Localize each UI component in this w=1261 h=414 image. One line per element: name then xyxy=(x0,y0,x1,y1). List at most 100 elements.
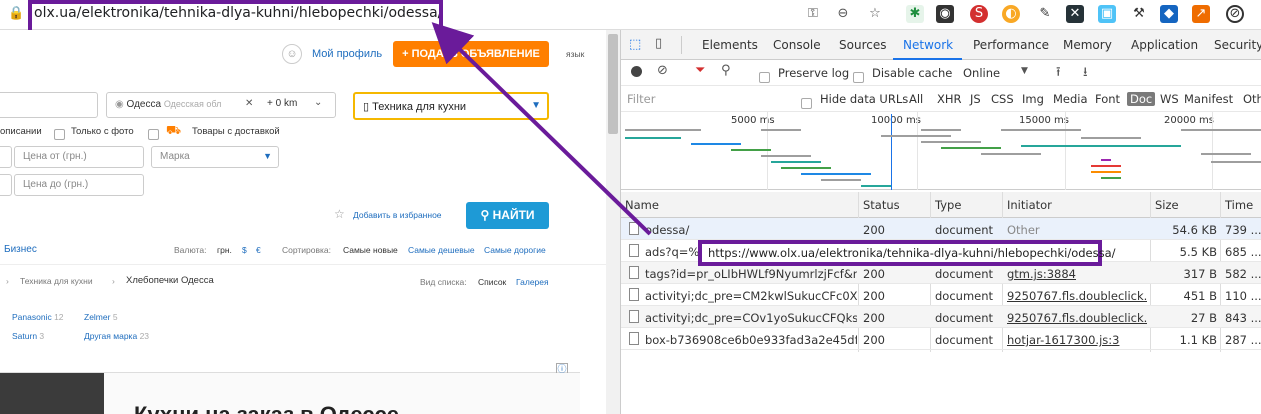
search-icon[interactable]: ⚲ xyxy=(721,63,731,78)
profile-icon[interactable]: ☺ xyxy=(282,44,302,64)
add-favorite-link[interactable]: Добавить в избранное xyxy=(353,210,442,220)
extension-tool-icon[interactable]: ⚒ xyxy=(1130,5,1148,23)
request-name[interactable]: box-b736908ce6b0e933fad3a2e45df6... xyxy=(645,333,857,347)
hide-data-urls-checkbox[interactable] xyxy=(801,93,812,112)
extension-s-icon[interactable]: S xyxy=(970,5,988,23)
page-scrollbar[interactable] xyxy=(606,30,620,414)
extension-blue-icon[interactable]: ◆ xyxy=(1160,5,1178,23)
type-filter-xhr[interactable]: XHR xyxy=(937,92,962,106)
throttle-select[interactable]: Online xyxy=(963,66,1000,80)
extension-x-icon[interactable]: ✕ xyxy=(1066,5,1084,23)
column-name[interactable]: Name xyxy=(625,198,659,212)
type-filter-media[interactable]: Media xyxy=(1053,92,1088,106)
tab-security[interactable]: Security xyxy=(1214,38,1261,52)
column-status[interactable]: Status xyxy=(863,198,900,212)
preserve-log-checkbox[interactable] xyxy=(759,67,770,86)
type-filter-ws[interactable]: WS xyxy=(1160,92,1179,106)
request-name[interactable]: activityi;dc_pre=COv1yoSukucCFQks4... xyxy=(645,311,857,325)
request-name[interactable]: odessa/ xyxy=(645,223,857,237)
chevron-down-icon[interactable]: ⌄ xyxy=(314,97,322,108)
delivery-checkbox[interactable] xyxy=(148,126,159,144)
type-filter-other[interactable]: Oth xyxy=(1243,92,1261,106)
export-har-icon[interactable]: ⭳ xyxy=(1083,63,1088,85)
my-profile-link[interactable]: Мой профиль xyxy=(312,48,382,60)
photo-checkbox[interactable] xyxy=(54,126,65,144)
key-icon[interactable]: ⚿ xyxy=(804,5,822,23)
clear-icon[interactable]: ⊘ xyxy=(657,63,668,78)
tab-network[interactable]: Network xyxy=(903,38,953,52)
request-name[interactable]: tags?id=pr_oLIbHWLf9NyumrlzjFcf&n... xyxy=(645,267,857,281)
currency-eur[interactable]: € xyxy=(256,245,261,255)
type-filter-font[interactable]: Font xyxy=(1095,92,1120,106)
ad-image[interactable] xyxy=(0,373,104,414)
column-initiator[interactable]: Initiator xyxy=(1007,198,1052,212)
record-icon[interactable] xyxy=(631,66,642,77)
option-descriptions[interactable]: описании xyxy=(0,126,42,137)
star-icon[interactable]: ☆ xyxy=(866,5,884,23)
inspect-element-icon[interactable]: ⬚ xyxy=(629,37,641,52)
sort-newest[interactable]: Самые новые xyxy=(343,245,398,255)
extension-chart-icon[interactable]: ↗ xyxy=(1192,5,1210,23)
brand-select[interactable]: Марка ▼ xyxy=(151,146,279,168)
clear-location-icon[interactable]: ✕ xyxy=(245,98,253,109)
type-filter-js[interactable]: JS xyxy=(970,92,981,106)
brand-link[interactable]: Zelmer 5 xyxy=(84,312,118,322)
view-list[interactable]: Список xyxy=(478,277,506,287)
column-type[interactable]: Type xyxy=(935,198,961,212)
request-initiator[interactable]: 9250767.fls.doubleclick.... xyxy=(1007,289,1147,303)
column-size[interactable]: Size xyxy=(1155,198,1179,212)
business-tab[interactable]: Бизнес xyxy=(4,244,37,255)
disable-cache-checkbox[interactable] xyxy=(853,67,864,86)
language-label[interactable]: язык xyxy=(566,49,584,59)
price-from-input[interactable]: Цена от (грн.) xyxy=(14,146,144,168)
price-to-input[interactable]: Цена до (грн.) xyxy=(14,174,144,196)
ad-title[interactable]: Кухни на заказ в Одессе xyxy=(134,402,399,414)
sort-cheapest[interactable]: Самые дешевые xyxy=(408,245,475,255)
filter-icon[interactable]: ⏷ xyxy=(695,63,705,78)
sort-expensive[interactable]: Самые дорогие xyxy=(484,245,546,255)
type-filter-all[interactable]: All xyxy=(909,92,923,106)
type-filter-doc[interactable]: Doc xyxy=(1127,92,1156,106)
brand-link[interactable]: Saturn 3 xyxy=(12,331,44,341)
brand-link[interactable]: Другая марка 23 xyxy=(84,331,149,341)
category-select[interactable]: ▯ Техника для кухни ▼ xyxy=(353,92,549,120)
breadcrumb-category[interactable]: Техника для кухни xyxy=(20,276,93,286)
tab-console[interactable]: Console xyxy=(773,38,821,52)
extension-incognito-icon[interactable]: ◉ xyxy=(936,5,954,23)
device-toolbar-icon[interactable]: ▯ xyxy=(655,36,662,51)
type-filter-manifest[interactable]: Manifest xyxy=(1184,92,1233,106)
search-button[interactable]: ⚲ НАЙТИ xyxy=(466,202,549,229)
zoom-icon[interactable]: ⊖ xyxy=(834,5,852,23)
extension-circle-icon[interactable]: ◐ xyxy=(1002,5,1020,23)
extension-eyedropper-icon[interactable]: ✎ xyxy=(1036,5,1054,23)
tab-application[interactable]: Application xyxy=(1131,38,1198,52)
extension-block-icon[interactable]: ⊘ xyxy=(1226,5,1244,23)
network-overview[interactable]: 5000 ms 10000 ms 15000 ms 20000 ms xyxy=(621,112,1261,190)
filter-input[interactable]: Filter xyxy=(627,92,795,106)
tab-memory[interactable]: Memory xyxy=(1063,38,1112,52)
request-initiator[interactable]: hotjar-1617300.js:3 xyxy=(1007,333,1147,347)
type-filter-img[interactable]: Img xyxy=(1022,92,1044,106)
radius-value[interactable]: + 0 km xyxy=(267,98,297,109)
favorite-star-icon[interactable]: ☆ xyxy=(334,207,345,221)
tab-performance[interactable]: Performance xyxy=(973,38,1049,52)
request-name[interactable]: activityi;dc_pre=CM2kwlSukucCFc0X4... xyxy=(645,289,857,303)
extension-window-icon[interactable]: ▣ xyxy=(1098,5,1116,23)
extension-puzzle-icon[interactable]: ✱ xyxy=(906,5,924,23)
search-input[interactable] xyxy=(0,92,98,118)
type-filter-css[interactable]: CSS xyxy=(991,92,1014,106)
currency-grn[interactable]: грн. xyxy=(217,245,232,255)
throttle-dropdown-icon[interactable]: ▼ xyxy=(1021,66,1028,76)
view-gallery[interactable]: Галерея xyxy=(516,277,549,287)
location-input[interactable]: ◉ Одесса Одесская обл ✕ + 0 km ⌄ xyxy=(106,92,336,118)
request-initiator[interactable]: 9250767.fls.doubleclick.... xyxy=(1007,311,1147,325)
tab-sources[interactable]: Sources xyxy=(839,38,886,52)
brand-link[interactable]: Panasonic 12 xyxy=(12,312,64,322)
currency-usd[interactable]: $ xyxy=(242,245,247,255)
post-ad-button[interactable]: + ПОДАТЬ ОБЪЯВЛЕНИЕ xyxy=(393,41,549,67)
tab-elements[interactable]: Elements xyxy=(702,38,758,52)
import-har-icon[interactable]: ⭱ xyxy=(1056,63,1061,85)
filter-stub-1[interactable] xyxy=(0,146,12,168)
filter-stub-2[interactable] xyxy=(0,174,12,196)
column-time[interactable]: Time xyxy=(1225,198,1253,212)
